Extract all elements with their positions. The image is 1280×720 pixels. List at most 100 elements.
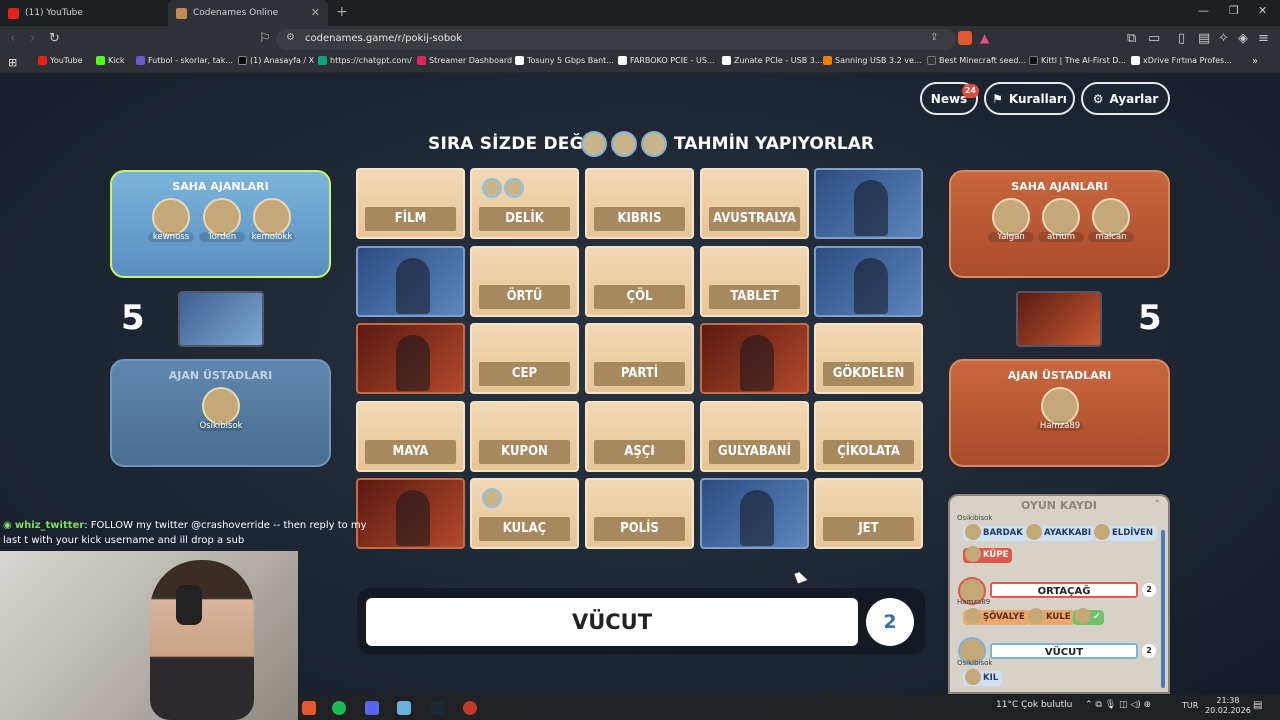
brave-shield-icon[interactable] bbox=[958, 31, 972, 45]
avatar bbox=[482, 488, 502, 508]
word-card[interactable]: KULAÇ bbox=[470, 478, 579, 549]
blue-spymasters-panel: AJAN ÜSTADLARI Osikibisok bbox=[110, 359, 331, 467]
notification-icon[interactable]: ▤ bbox=[1253, 700, 1262, 711]
bookmark-item[interactable]: Kittl | The AI-First D... bbox=[1029, 56, 1126, 65]
word-card[interactable]: MAYA bbox=[356, 401, 465, 472]
word-card[interactable]: POLİS bbox=[585, 478, 694, 549]
back-icon[interactable]: ‹ bbox=[10, 31, 15, 46]
settings-button[interactable]: ⚙ Ayarlar bbox=[1081, 82, 1170, 115]
word-card[interactable]: AVUSTRALYA bbox=[700, 168, 809, 239]
bookmark-item[interactable]: Kick bbox=[96, 56, 125, 65]
tab-codenames[interactable]: Codenames Online ✕ bbox=[168, 0, 328, 26]
weather-text[interactable]: 11°C Çok bulutlu bbox=[996, 700, 1072, 710]
more-bookmarks-icon[interactable]: » bbox=[1252, 56, 1258, 67]
bookmark-item[interactable]: Futbol - skorlar, tak... bbox=[136, 56, 233, 65]
blue-operatives-panel: SAHA AJANLARI kewnoss Torden kemolokk bbox=[110, 170, 331, 278]
brave-taskbar-icon[interactable] bbox=[302, 701, 316, 715]
word-card[interactable]: DELİK bbox=[470, 168, 579, 239]
tab-youtube[interactable]: (11) YouTube bbox=[0, 0, 168, 26]
log-guess-chip: ELDİVEN bbox=[1092, 524, 1157, 541]
turn-status-text-2: TAHMİN YAPIYORLAR bbox=[674, 134, 874, 154]
restore-icon[interactable]: ❐ bbox=[1229, 4, 1239, 17]
red-score: 5 bbox=[1138, 298, 1162, 338]
agent-silhouette bbox=[740, 490, 774, 546]
log-clue: VÜCUT bbox=[990, 643, 1138, 659]
site-info-icon[interactable]: ⚙ bbox=[286, 32, 295, 43]
sidebar-icon[interactable]: ▯ bbox=[1178, 31, 1185, 46]
log-scrollbar[interactable] bbox=[1161, 530, 1165, 688]
obs-taskbar-icon[interactable] bbox=[463, 701, 477, 715]
agent-silhouette bbox=[396, 490, 430, 546]
log-guess-chip: AYAKKABI bbox=[1024, 524, 1096, 541]
card-word: AŞÇI bbox=[594, 440, 685, 464]
bookmark-item[interactable]: Zunate PCIe - USB 3... bbox=[722, 56, 822, 65]
youtube-icon bbox=[38, 56, 47, 65]
bookmark-item[interactable]: Streamer Dashboard bbox=[417, 56, 512, 65]
reload-icon[interactable]: ↻ bbox=[49, 31, 60, 46]
wallet-icon[interactable]: ▭ bbox=[1148, 31, 1160, 46]
word-card[interactable]: ÇİKOLATA bbox=[814, 401, 923, 472]
word-card[interactable]: ÖRTÜ bbox=[470, 246, 579, 317]
bookmark-item[interactable]: xDrive Fırtına Profes... bbox=[1131, 56, 1232, 65]
word-card[interactable]: TABLET bbox=[700, 246, 809, 317]
tray-icons[interactable]: ⌃ ⧉ 🎙 ◫ ◁) ⊕ bbox=[1085, 700, 1151, 710]
player: kemolokk bbox=[249, 198, 295, 242]
headphones-icon bbox=[176, 585, 202, 625]
card-word: ÇİKOLATA bbox=[823, 440, 914, 464]
bookmark-item[interactable]: Tosuny 5 Gbps Bant... bbox=[515, 56, 614, 65]
gear-icon: ⚙ bbox=[1092, 91, 1104, 106]
log-guess-chip: BARDAK bbox=[963, 524, 1027, 541]
bookmark-item[interactable]: YouTube bbox=[38, 56, 83, 65]
close-tab-icon[interactable]: ✕ bbox=[311, 6, 320, 19]
app-taskbar-icon[interactable] bbox=[397, 701, 411, 715]
bookmark-item[interactable]: (1) Anasayfa / X bbox=[238, 56, 314, 65]
extensions-icon[interactable]: ⧉ bbox=[1127, 31, 1136, 46]
hb-icon bbox=[823, 56, 832, 65]
chatgpt-icon bbox=[318, 56, 327, 65]
word-card[interactable]: JET bbox=[814, 478, 923, 549]
bookmark-item[interactable]: Best Minecraft seed... bbox=[927, 56, 1026, 65]
new-tab-button[interactable]: + bbox=[336, 4, 348, 20]
bookmark-item[interactable]: FARBOKO PCIE - US... bbox=[618, 56, 715, 65]
clock[interactable]: 21:38 20.02.2026 bbox=[1205, 696, 1251, 716]
leo-ai-icon[interactable]: ✧ bbox=[1218, 31, 1229, 46]
forward-icon[interactable]: › bbox=[30, 31, 35, 46]
apps-icon[interactable]: ⊞ bbox=[8, 56, 17, 69]
verified-icon: ◉ bbox=[3, 520, 12, 531]
panel-title: AJAN ÜSTADLARI bbox=[168, 369, 273, 382]
playlist-icon[interactable]: ▤ bbox=[1198, 31, 1210, 46]
bookmark-item[interactable]: Sanning USB 3.2 ve... bbox=[823, 56, 922, 65]
avatar bbox=[152, 198, 190, 236]
menu-icon[interactable]: ≡ bbox=[1258, 31, 1269, 46]
vpn-icon[interactable]: ◈ bbox=[1238, 31, 1248, 46]
card-word: DELİK bbox=[479, 207, 570, 231]
language-indicator[interactable]: TUR bbox=[1182, 701, 1198, 710]
close-window-icon[interactable]: ✕ bbox=[1258, 4, 1267, 17]
word-card[interactable]: AŞÇI bbox=[585, 401, 694, 472]
collapse-icon[interactable]: ⌃ bbox=[1153, 499, 1161, 510]
word-card[interactable]: KUPON bbox=[470, 401, 579, 472]
avatar bbox=[253, 198, 291, 236]
word-card[interactable]: CEP bbox=[470, 323, 579, 394]
avatar bbox=[482, 178, 502, 198]
avatar bbox=[202, 387, 240, 425]
address-bar[interactable]: ⚙ codenames.game/r/pokij-sobok ⇪ bbox=[276, 29, 956, 50]
log-clue-number: 2 bbox=[1142, 644, 1156, 658]
word-card[interactable]: ÇÖL bbox=[585, 246, 694, 317]
word-card[interactable]: GÖKDELEN bbox=[814, 323, 923, 394]
brave-rewards-icon[interactable]: ▲ bbox=[980, 31, 989, 45]
bookmark-icon[interactable]: ⚐ bbox=[259, 31, 271, 46]
word-card[interactable]: FİLM bbox=[356, 168, 465, 239]
share-icon[interactable]: ⇪ bbox=[930, 32, 938, 43]
bookmark-item[interactable]: https://chatgpt.com/ bbox=[318, 56, 412, 65]
discord-taskbar-icon[interactable] bbox=[365, 701, 379, 715]
word-card[interactable]: GULYABANİ bbox=[700, 401, 809, 472]
minimize-icon[interactable]: — bbox=[1198, 4, 1209, 17]
word-card[interactable]: KIBRIS bbox=[585, 168, 694, 239]
steam-taskbar-icon[interactable] bbox=[430, 701, 444, 715]
x-icon bbox=[238, 56, 247, 65]
avatar bbox=[641, 131, 667, 157]
word-card[interactable]: PARTİ bbox=[585, 323, 694, 394]
spotify-taskbar-icon[interactable] bbox=[332, 701, 346, 715]
rules-button[interactable]: ⚑ Kuralları bbox=[984, 82, 1075, 115]
